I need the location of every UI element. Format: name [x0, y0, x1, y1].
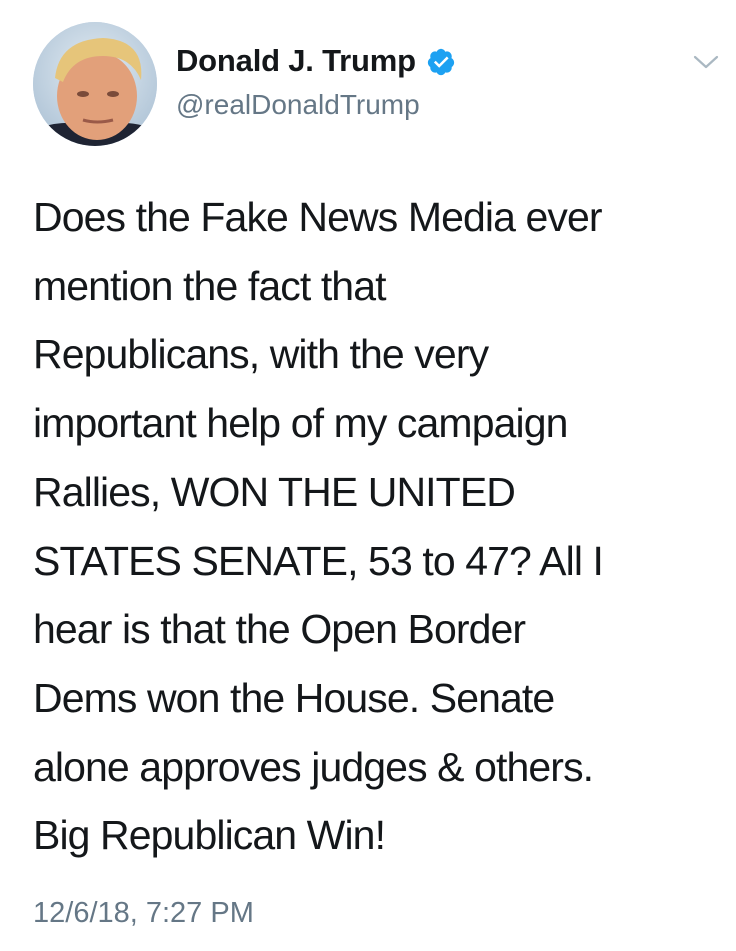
display-name[interactable]: Donald J. Trump — [176, 43, 416, 79]
avatar[interactable] — [33, 22, 157, 146]
tweet-timestamp[interactable]: 12/6/18, 7:27 PM — [33, 897, 254, 930]
avatar-portrait-icon — [33, 22, 157, 146]
author-name-row[interactable]: Donald J. Trump — [176, 43, 456, 79]
tweet-text: Does the Fake News Media ever mention th… — [33, 194, 604, 859]
chevron-down-icon[interactable] — [692, 52, 720, 72]
tweet-card: Donald J. Trump @realDonaldTrump Does th… — [0, 0, 736, 951]
username-handle[interactable]: @realDonaldTrump — [176, 89, 420, 121]
verified-badge-icon — [426, 47, 456, 77]
